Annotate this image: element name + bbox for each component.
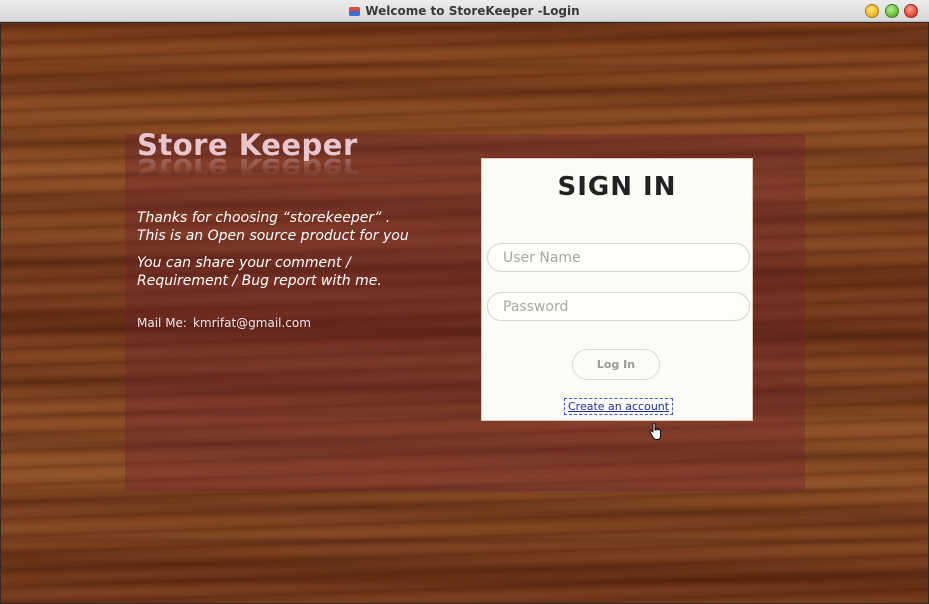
description-line: Requirement / Bug report with me.: [137, 273, 382, 289]
wood-grain: [1, 538, 928, 544]
description-line: You can share your comment /: [137, 255, 351, 271]
wood-grain: [1, 578, 928, 584]
app-icon: [349, 6, 361, 16]
wood-grain: [1, 63, 928, 69]
username-input[interactable]: [487, 243, 750, 272]
maximize-icon[interactable]: [885, 4, 899, 18]
brand-title-reflection: Store Keeper: [137, 156, 358, 186]
hand-cursor-icon: [649, 423, 661, 440]
create-account-link[interactable]: Create an account: [564, 398, 674, 415]
sign-in-title: SIGN IN: [557, 172, 677, 202]
sign-in-card: SIGN IN Log In Create an account: [481, 158, 753, 421]
window-title-area: Welcome to StoreKeeper -Login: [0, 0, 929, 22]
title-bar[interactable]: Welcome to StoreKeeper -Login: [0, 0, 929, 22]
description-line: Thanks for choosing “storekeeper” .: [137, 210, 391, 226]
mail-label: Mail Me:: [137, 316, 187, 330]
wood-grain: [1, 118, 928, 124]
description-line: This is an Open source product for you: [137, 228, 409, 244]
contact-info: Mail Me: kmrifat@gmail.com: [137, 316, 317, 330]
close-icon[interactable]: [904, 4, 918, 18]
login-button[interactable]: Log In: [572, 349, 660, 380]
mail-address: kmrifat@gmail.com: [192, 316, 311, 330]
window-title: Welcome to StoreKeeper -Login: [365, 4, 580, 18]
wood-background: [1, 23, 928, 603]
login-window: Welcome to StoreKeeper -Login Store Keep…: [0, 0, 929, 604]
minimize-icon[interactable]: [865, 4, 879, 18]
password-input[interactable]: [487, 292, 750, 321]
